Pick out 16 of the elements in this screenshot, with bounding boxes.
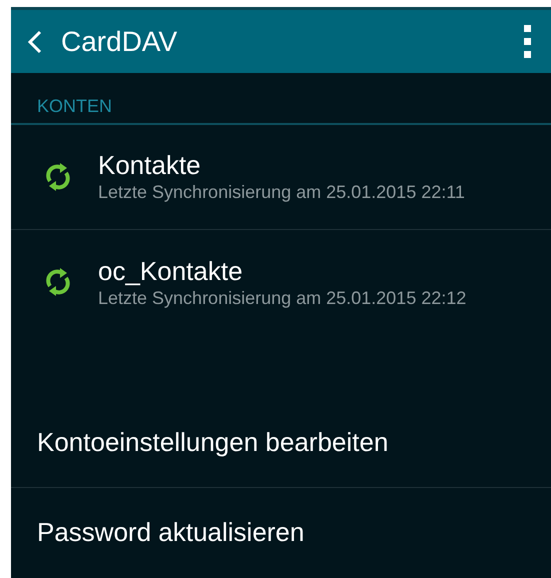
- settings-item[interactable]: Kontoeinstellungen bearbeiten: [11, 398, 551, 488]
- sync-icon: [45, 267, 71, 298]
- account-name: oc_Kontakte: [98, 254, 244, 287]
- settings-item[interactable]: Password aktualisieren: [11, 488, 551, 578]
- screen-title: CardDAV: [61, 24, 178, 59]
- settings-label: Kontoeinstellungen bearbeiten: [37, 426, 388, 459]
- account-name: Kontakte: [98, 149, 202, 182]
- sync-icon: [45, 162, 71, 192]
- account-item[interactable]: Kontakte Letzte Synchronisierung am 25.01.2015 22:11: [11, 124, 551, 230]
- section-header: KONTEN: [37, 96, 112, 115]
- back-icon: [28, 30, 42, 54]
- settings-label: Password aktualisieren: [37, 516, 304, 550]
- sync-status: Letzte Synchronisierung am 25.01.2015 22:12: [98, 286, 468, 310]
- more-menu-button[interactable]: [521, 23, 533, 60]
- account-item[interactable]: oc_Kontakte Letzte Synchronisierung am 25.01.2015 22:12: [11, 230, 551, 335]
- sync-status: Letzte Synchronisierung am 25.01.2015 22:11: [98, 181, 466, 204]
